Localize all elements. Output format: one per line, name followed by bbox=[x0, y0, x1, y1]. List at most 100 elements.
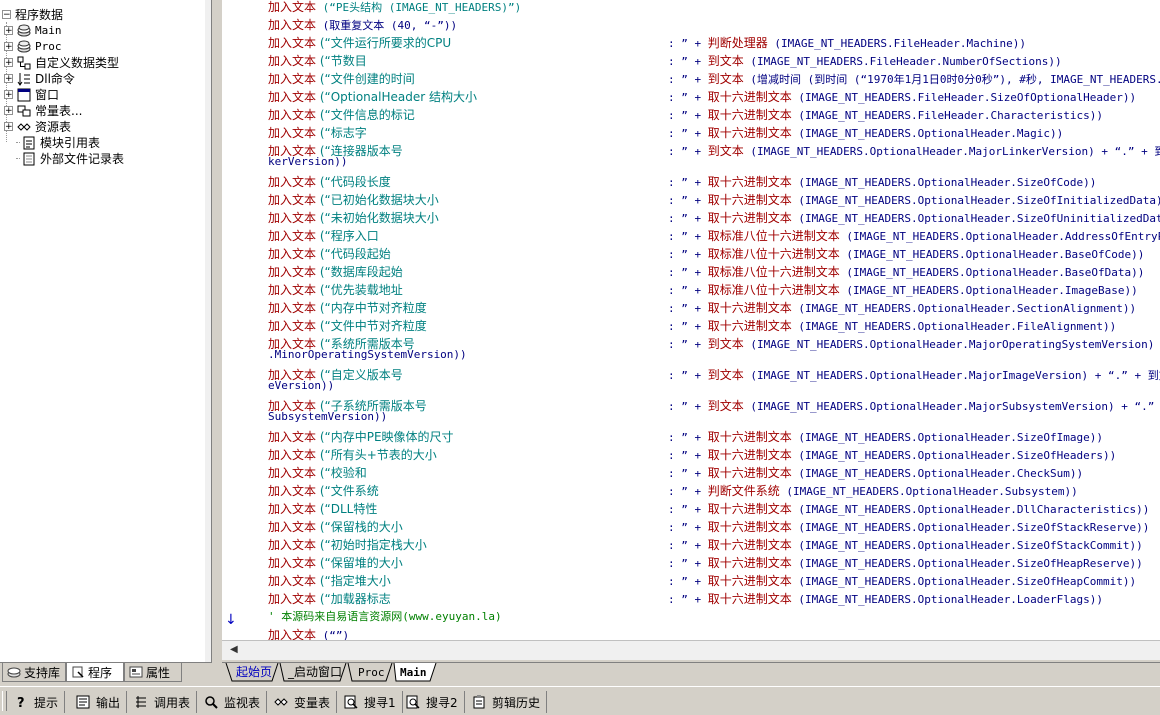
code-line-continuation[interactable]: eVersion)) bbox=[268, 379, 334, 392]
expand-icon[interactable]: + bbox=[4, 105, 13, 115]
resource-table-icon bbox=[17, 119, 31, 133]
splitter[interactable] bbox=[212, 0, 222, 662]
tree-item-label: Dll命令 bbox=[35, 71, 75, 86]
tree-item-label: 模块引用表 bbox=[40, 135, 101, 150]
code-line[interactable]: 加入文本 (“OptionalHeader 结构大小: ” + 取十六进制文本 … bbox=[268, 88, 1136, 106]
horizontal-scrollbar[interactable]: ◀ bbox=[222, 640, 1160, 660]
code-line[interactable]: 加入文本 (“代码段起始: ” + 取标准八位十六进制文本 (IMAGE_NT_… bbox=[268, 245, 1144, 263]
code-line[interactable]: 加入文本 (“所有头+节表的大小: ” + 取十六进制文本 (IMAGE_NT_… bbox=[268, 446, 1116, 464]
code-line[interactable]: 加入文本 (“保留栈的大小: ” + 取十六进制文本 (IMAGE_NT_HEA… bbox=[268, 518, 1149, 536]
program-tree-panel[interactable]: − 程序数据 + Main + Proc + 自定义数据类型 + Dll命令 + 窗口 + 常量表..… bbox=[0, 0, 212, 662]
code-line[interactable]: 加入文本 (“标志字: ” + 取十六进制文本 (IMAGE_NT_HEADER… bbox=[268, 124, 1063, 142]
tab-output-label: 输出 bbox=[96, 695, 121, 710]
code-line[interactable]: 加入文本 (“文件运行所要求的CPU: ” + 判断处理器 (IMAGE_NT_… bbox=[268, 34, 1026, 52]
code-line[interactable]: 加入文本 (“代码段长度: ” + 取十六进制文本 (IMAGE_NT_HEAD… bbox=[268, 173, 1096, 191]
expand-icon[interactable]: + bbox=[4, 57, 13, 67]
tab-output[interactable]: 输出 bbox=[70, 691, 128, 713]
tab-hint-label: 提示 bbox=[34, 695, 59, 710]
tree-item[interactable]: + Dll命令 bbox=[4, 70, 75, 86]
code-editor[interactable]: 加入文本 (“PE头结构 (IMAGE_NT_HEADERS)”) 加入文本 (取… bbox=[222, 0, 1160, 640]
expand-icon[interactable]: + bbox=[4, 89, 13, 99]
tab-hint[interactable]: ? 提示 bbox=[8, 691, 66, 713]
tab-support-library-label: 支持库 bbox=[24, 665, 61, 680]
code-line[interactable]: 加入文本 (“初始时指定栈大小: ” + 取十六进制文本 (IMAGE_NT_H… bbox=[268, 536, 1143, 554]
tree-item[interactable]: + 窗口 bbox=[4, 86, 59, 102]
tab-search-1-label: 搜寻1 bbox=[364, 695, 396, 710]
search-2-icon bbox=[406, 695, 420, 709]
code-line-continuation[interactable]: SubsystemVersion)) bbox=[268, 410, 387, 423]
code-line[interactable]: 加入文本 (“文件系统: ” + 判断文件系统 (IMAGE_NT_HEADER… bbox=[268, 482, 1078, 500]
tree-item[interactable]: + Proc bbox=[4, 38, 62, 54]
tab-main[interactable]: Main bbox=[394, 663, 433, 682]
tree-item[interactable]: + 常量表... bbox=[4, 102, 82, 118]
tab-variable-table-label: 变量表 bbox=[294, 695, 331, 710]
code-line[interactable]: 加入文本 (“未初始化数据块大小: ” + 取十六进制文本 (IMAGE_NT_… bbox=[268, 209, 1160, 227]
external-file-icon bbox=[22, 151, 36, 166]
tab-startup-window[interactable]: _启动窗口 bbox=[282, 663, 348, 682]
tree-item-label: 资源表 bbox=[35, 119, 72, 134]
tab-search-1[interactable]: 搜寻1 bbox=[338, 691, 403, 713]
code-line[interactable]: 加入文本 (“内存中节对齐粒度: ” + 取十六进制文本 (IMAGE_NT_H… bbox=[268, 299, 1136, 317]
custom-type-icon bbox=[17, 55, 31, 70]
code-line[interactable]: 加入文本 (“数据库段起始: ” + 取标准八位十六进制文本 (IMAGE_NT… bbox=[268, 263, 1144, 281]
code-comment[interactable]: ' 本源码来自易语言资源网(www.eyuyan.la) bbox=[268, 608, 502, 626]
tree-item[interactable]: + 资源表 bbox=[4, 118, 71, 134]
code-line[interactable]: 加入文本 (“已初始化数据块大小: ” + 取十六进制文本 (IMAGE_NT_… bbox=[268, 191, 1160, 209]
scroll-left-icon[interactable]: ◀ bbox=[230, 644, 238, 655]
magnifier-icon bbox=[204, 695, 218, 709]
module-icon bbox=[17, 39, 31, 53]
tab-properties[interactable]: 属性 bbox=[124, 663, 182, 682]
code-line[interactable]: 加入文本 (取重复文本 (40, “-”)) bbox=[268, 16, 457, 34]
tree-root-label: 程序数据 bbox=[15, 7, 64, 22]
expand-icon[interactable]: + bbox=[4, 73, 13, 83]
code-line[interactable]: 加入文本 (“”) bbox=[268, 626, 349, 640]
tab-variable-table[interactable]: 变量表 bbox=[268, 691, 338, 713]
window-icon bbox=[17, 87, 31, 102]
library-icon bbox=[7, 666, 21, 678]
code-line[interactable]: 加入文本 (“优先装载地址: ” + 取标准八位十六进制文本 (IMAGE_NT… bbox=[268, 281, 1138, 299]
expand-icon[interactable]: + bbox=[4, 121, 13, 131]
clipboard-icon bbox=[472, 695, 486, 709]
code-line[interactable]: 加入文本 (“程序入口: ” + 取标准八位十六进制文本 (IMAGE_NT_H… bbox=[268, 227, 1160, 245]
tab-support-library[interactable]: 支持库 bbox=[2, 663, 66, 682]
tree-item[interactable]: 模块引用表 bbox=[16, 134, 100, 150]
module-icon bbox=[17, 23, 31, 37]
code-line[interactable]: 加入文本 (“节数目: ” + 到文本 (IMAGE_NT_HEADERS.Fi… bbox=[268, 52, 1062, 70]
code-line-continuation[interactable]: kerVersion)) bbox=[268, 155, 347, 168]
code-line[interactable]: 加入文本 (“加载器标志: ” + 取十六进制文本 (IMAGE_NT_HEAD… bbox=[268, 590, 1103, 608]
tab-call-table[interactable]: 调用表 bbox=[128, 691, 198, 713]
tab-program[interactable]: 程序 bbox=[66, 663, 124, 682]
svg-text:?: ? bbox=[17, 696, 25, 709]
tab-start-page[interactable]: 起始页 bbox=[230, 663, 278, 682]
search-1-icon bbox=[344, 695, 358, 709]
expand-icon[interactable]: + bbox=[4, 25, 13, 35]
expand-icon[interactable]: + bbox=[4, 41, 13, 51]
code-line[interactable]: 加入文本 (“文件创建的时间: ” + 到文本 (增减时间 (到时间 (“197… bbox=[268, 70, 1160, 88]
code-line-continuation[interactable]: .MinorOperatingSystemVersion)) bbox=[268, 348, 467, 361]
tab-watch-table-label: 监视表 bbox=[224, 695, 261, 710]
code-line[interactable]: 加入文本 (“指定堆大小: ” + 取十六进制文本 (IMAGE_NT_HEAD… bbox=[268, 572, 1136, 590]
tree-item[interactable]: + Main bbox=[4, 22, 62, 38]
bottom-toolbar: ? 提示 输出 调用表 监视表 变量表 搜寻1 搜寻2 剪辑历史 bbox=[0, 686, 1160, 715]
tab-clip-history[interactable]: 剪辑历史 bbox=[466, 691, 548, 713]
tree-scrollbar[interactable] bbox=[205, 0, 211, 662]
tree-item[interactable]: 外部文件记录表 bbox=[16, 150, 124, 166]
tree-item[interactable]: + 自定义数据类型 bbox=[4, 54, 119, 70]
code-line[interactable]: 加入文本 (“文件信息的标记: ” + 取十六进制文本 (IMAGE_NT_HE… bbox=[268, 106, 1103, 124]
tab-proc[interactable]: Proc bbox=[352, 663, 391, 682]
collapse-icon[interactable]: − bbox=[2, 9, 11, 19]
code-line[interactable]: 加入文本 (“校验和: ” + 取十六进制文本 (IMAGE_NT_HEADER… bbox=[268, 464, 1083, 482]
tab-search-2[interactable]: 搜寻2 bbox=[400, 691, 465, 713]
variable-icon bbox=[274, 695, 288, 709]
toolbar-grip[interactable] bbox=[2, 691, 7, 711]
code-line[interactable]: 加入文本 (“保留堆的大小: ” + 取十六进制文本 (IMAGE_NT_HEA… bbox=[268, 554, 1143, 572]
code-line[interactable]: 加入文本 (“内存中PE映像体的尺寸: ” + 取十六进制文本 (IMAGE_N… bbox=[268, 428, 1103, 446]
tab-watch-table[interactable]: 监视表 bbox=[198, 691, 268, 713]
tree-root[interactable]: − 程序数据 bbox=[2, 6, 63, 22]
tree-item-label: 自定义数据类型 bbox=[35, 55, 120, 70]
properties-icon bbox=[129, 666, 143, 678]
code-line[interactable]: 加入文本 (“DLL特性: ” + 取十六进制文本 (IMAGE_NT_HEAD… bbox=[268, 500, 1149, 518]
code-line[interactable]: 加入文本 (“PE头结构 (IMAGE_NT_HEADERS)”) bbox=[268, 0, 521, 16]
code-line[interactable]: 加入文本 (“文件中节对齐粒度: ” + 取十六进制文本 (IMAGE_NT_H… bbox=[268, 317, 1116, 335]
module-ref-icon bbox=[22, 135, 36, 150]
